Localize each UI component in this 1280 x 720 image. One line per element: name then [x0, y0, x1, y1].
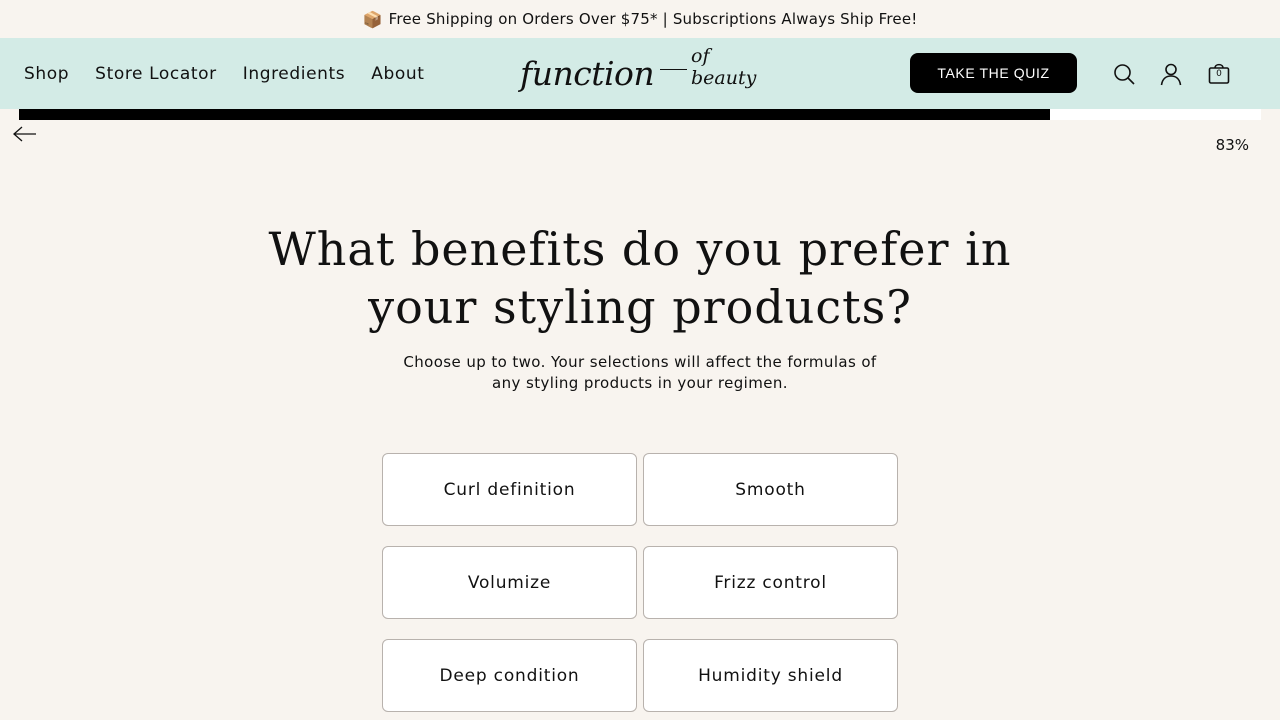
- option-frizz-control[interactable]: Frizz control: [643, 546, 898, 619]
- promo-banner: 📦 Free Shipping on Orders Over $75* | Su…: [0, 0, 1280, 38]
- logo-word-of-beauty: of beauty: [691, 45, 757, 89]
- cart-icon[interactable]: 0: [1207, 62, 1231, 86]
- question-subtitle: Choose up to two. Your selections will a…: [403, 353, 877, 392]
- question-title: What benefits do you prefer in your styl…: [268, 222, 1012, 334]
- logo-word-function: function: [520, 53, 655, 93]
- quiz-progress-bar: [19, 109, 1261, 120]
- answer-options: Curl definition Smooth Volumize Frizz co…: [382, 453, 898, 712]
- option-smooth[interactable]: Smooth: [643, 453, 898, 526]
- main-nav: Shop Store Locator Ingredients About: [24, 38, 451, 109]
- nav-store-locator[interactable]: Store Locator: [95, 64, 217, 84]
- nav-shop[interactable]: Shop: [24, 64, 69, 84]
- search-icon[interactable]: [1112, 62, 1136, 86]
- cart-count: 0: [1216, 69, 1222, 79]
- progress-percentage: 83%: [1215, 136, 1249, 154]
- account-icon[interactable]: [1159, 62, 1183, 86]
- brand-logo[interactable]: function of beauty: [520, 45, 762, 96]
- site-header: Shop Store Locator Ingredients About fun…: [0, 38, 1280, 109]
- nav-about[interactable]: About: [371, 64, 424, 84]
- promo-text: Free Shipping on Orders Over $75* | Subs…: [388, 10, 918, 28]
- quiz-progress-fill: [19, 109, 1050, 120]
- back-arrow-icon[interactable]: [12, 124, 38, 144]
- option-humidity-shield[interactable]: Humidity shield: [643, 639, 898, 712]
- option-curl-definition[interactable]: Curl definition: [382, 453, 637, 526]
- take-quiz-button[interactable]: TAKE THE QUIZ: [910, 53, 1077, 93]
- package-icon: 📦: [362, 9, 383, 29]
- logo-dash: [660, 68, 687, 70]
- option-deep-condition[interactable]: Deep condition: [382, 639, 637, 712]
- option-volumize[interactable]: Volumize: [382, 546, 637, 619]
- nav-ingredients[interactable]: Ingredients: [243, 64, 346, 84]
